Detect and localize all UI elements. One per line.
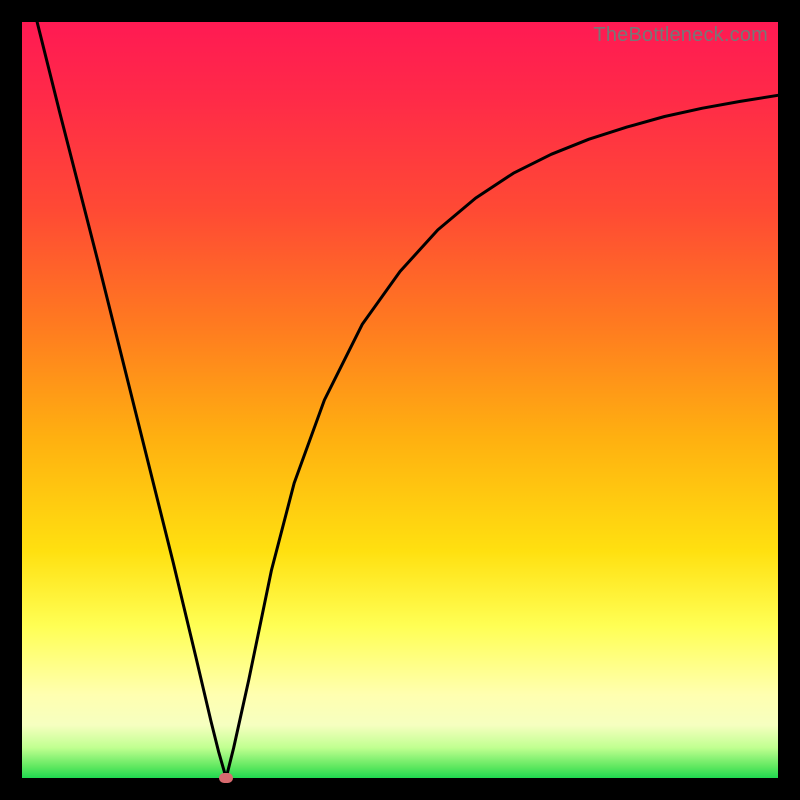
curve-path bbox=[37, 22, 778, 778]
minimum-marker bbox=[219, 773, 233, 783]
chart-frame: TheBottleneck.com bbox=[0, 0, 800, 800]
bottleneck-curve bbox=[22, 22, 778, 778]
plot-area: TheBottleneck.com bbox=[22, 22, 778, 778]
